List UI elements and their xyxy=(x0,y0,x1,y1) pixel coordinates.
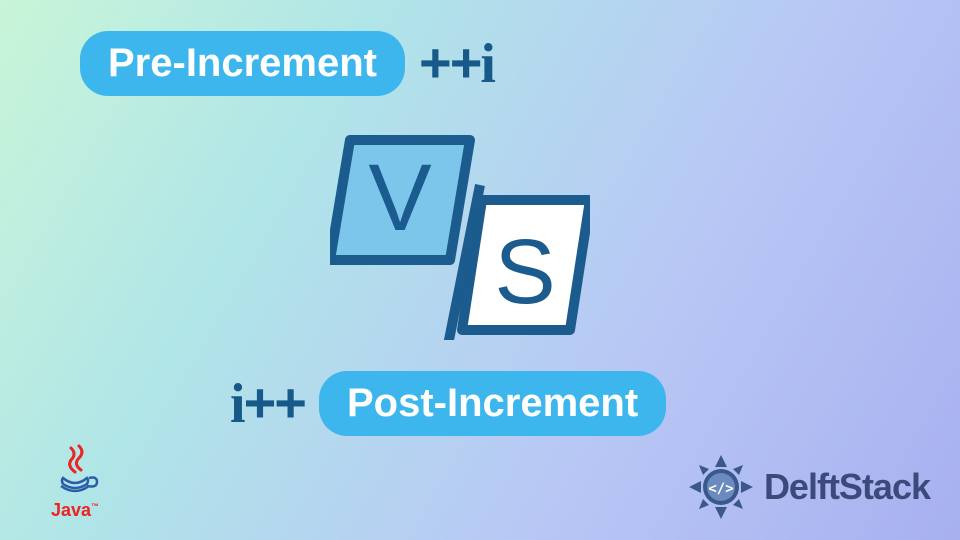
pre-increment-row: Pre-Increment ++i xyxy=(80,30,494,96)
pre-increment-pill: Pre-Increment xyxy=(80,31,405,96)
post-increment-row: i++ Post-Increment xyxy=(230,370,666,436)
pre-increment-operator: ++i xyxy=(419,30,494,96)
delftstack-logo: </> DelftStack xyxy=(686,452,930,522)
post-increment-operator: i++ xyxy=(230,370,305,436)
vs-letter-v: V xyxy=(368,145,431,251)
vs-letter-s: S xyxy=(494,221,555,323)
svg-text:</>: </> xyxy=(708,481,733,497)
java-cup-icon xyxy=(45,440,105,500)
java-text: Java™ xyxy=(51,500,99,521)
delftstack-emblem-icon: </> xyxy=(686,452,756,522)
delftstack-text: DelftStack xyxy=(764,466,930,508)
post-increment-pill: Post-Increment xyxy=(319,371,666,436)
vs-graphic: V S xyxy=(330,130,590,340)
java-logo: Java™ xyxy=(30,440,120,530)
